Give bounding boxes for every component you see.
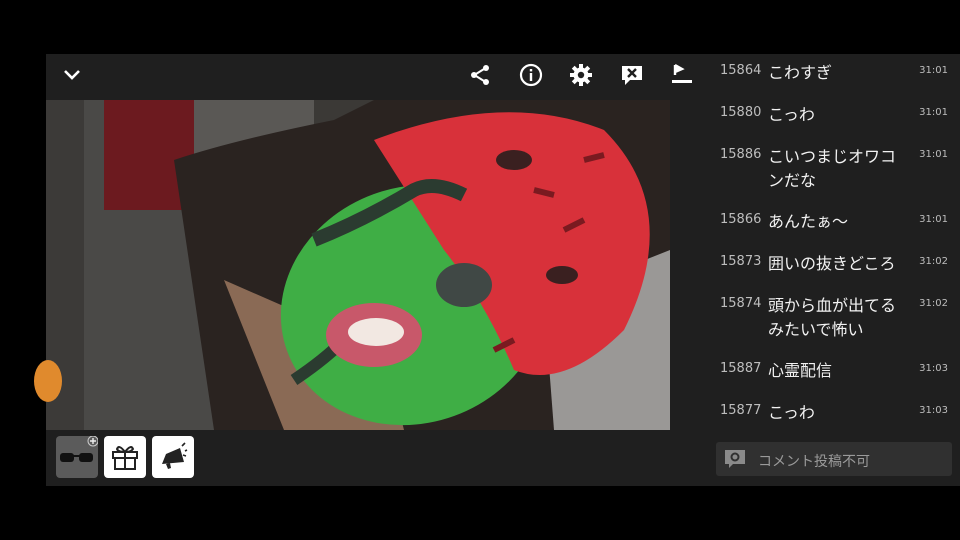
video-frame[interactable]: [84, 100, 670, 430]
comment-time: 31:01: [919, 65, 948, 76]
top-toolbar: [46, 54, 700, 96]
comment-number: 15866: [720, 212, 762, 227]
comment-number: 15887: [720, 361, 762, 376]
comment-input[interactable]: コメント投稿不可: [716, 442, 952, 476]
comment-number: 15880: [720, 105, 762, 120]
settings-button[interactable]: [567, 61, 595, 89]
comment-number: 15886: [720, 147, 762, 162]
comment-time: 31:01: [919, 214, 948, 225]
comment-number: 15864: [720, 63, 762, 78]
video-image: [84, 100, 670, 430]
comment-list: 15864 こわすぎ 31:01 15880 こっわ 31:01 15886 こ…: [714, 54, 960, 442]
comment-time: 31:01: [919, 149, 948, 160]
upload-button[interactable]: [668, 61, 696, 89]
gift-button[interactable]: [104, 436, 146, 478]
info-button[interactable]: [517, 61, 545, 89]
gift-icon: [112, 446, 138, 470]
comment-time: 31:01: [919, 107, 948, 118]
comment-settings-icon: [725, 450, 745, 468]
comment-text: こわすぎ: [768, 63, 833, 82]
comment-text: 頭から血が出てるみたいで怖い: [768, 296, 897, 339]
comment-number: 15874: [720, 296, 762, 311]
upload-icon: [672, 63, 692, 83]
comment-time: 31:02: [919, 298, 948, 309]
comment-text: こっわ: [768, 403, 815, 422]
megaphone-button[interactable]: [152, 436, 194, 478]
comment-number: 15873: [720, 254, 762, 269]
comment-time: 31:02: [919, 256, 948, 267]
comment-text: 囲いの抜きどころ: [768, 254, 896, 273]
comment-off-icon: [622, 66, 642, 85]
gear-icon: [570, 64, 592, 86]
comment-text: こっわ: [768, 105, 815, 124]
glasses-icon: [60, 436, 98, 462]
comment-text: 心霊配信: [768, 361, 833, 380]
player-app: 15864 こわすぎ 31:01 15880 こっわ 31:01 15886 こ…: [34, 54, 960, 486]
share-icon: [471, 65, 489, 85]
chevron-down-icon: [64, 70, 80, 80]
collapse-button[interactable]: [58, 61, 86, 89]
glasses-button[interactable]: [56, 436, 98, 478]
orange-marker[interactable]: [34, 360, 62, 402]
hide-comments-button[interactable]: [618, 61, 646, 89]
comment-time: 31:03: [919, 405, 948, 416]
comment-text: こいつまじオワコンだな: [768, 147, 897, 190]
comment-input-label: コメント投稿不可: [758, 454, 870, 470]
info-icon: [519, 63, 543, 87]
comment-time: 31:03: [919, 363, 948, 374]
comment-number: 15877: [720, 403, 762, 418]
share-button[interactable]: [466, 61, 494, 89]
megaphone-icon: [162, 442, 188, 469]
comment-text: あんたぁ～: [768, 212, 849, 231]
